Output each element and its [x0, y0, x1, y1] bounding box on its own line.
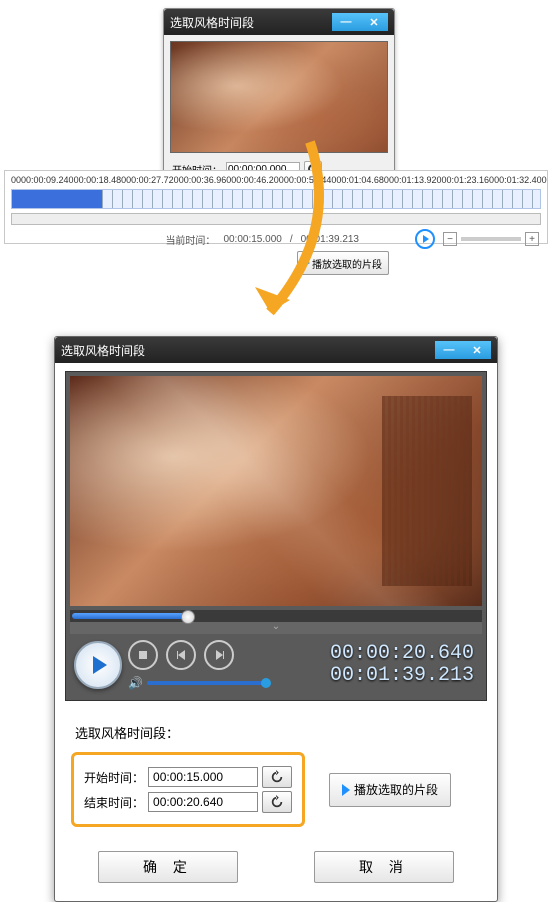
- current-time-label: 当前时间：: [165, 232, 215, 247]
- zoom-in-button[interactable]: +: [525, 232, 539, 246]
- chevron-down-icon[interactable]: ⌄: [70, 622, 482, 634]
- form-section-title: 选取风格时间段：: [75, 723, 477, 742]
- next-frame-button[interactable]: [204, 640, 234, 670]
- minimize-button[interactable]: —: [332, 13, 360, 31]
- video-player: ⌄ 🔊 00:00:20.640 00:01:39.213: [65, 371, 487, 701]
- main-titlebar: 选取风格时间段 — ✕: [55, 337, 497, 363]
- ok-button[interactable]: 确 定: [98, 851, 238, 883]
- video-thumbnail: [170, 41, 388, 153]
- play-selected-button[interactable]: 播放选取的片段: [329, 773, 451, 807]
- time-display: 00:00:20.640 00:01:39.213: [330, 643, 478, 687]
- main-minimize-button[interactable]: —: [435, 341, 463, 359]
- start-time-input[interactable]: [148, 767, 258, 787]
- timeline-ticks: 00 00:00:09.240 00:00:18.480 00:00:27.72…: [5, 171, 547, 185]
- cancel-button[interactable]: 取 消: [314, 851, 454, 883]
- timeline-play-button[interactable]: [415, 229, 435, 249]
- set-start-button[interactable]: [262, 766, 292, 788]
- main-close-button[interactable]: ✕: [463, 341, 491, 359]
- end-time-input[interactable]: [148, 792, 258, 812]
- timeline-selection[interactable]: [12, 190, 102, 208]
- speaker-icon[interactable]: 🔊: [128, 676, 143, 690]
- player-total-time: 00:01:39.213: [330, 665, 474, 687]
- prev-frame-button[interactable]: [166, 640, 196, 670]
- top-titlebar: 选取风格时间段 — ✕: [164, 9, 394, 35]
- total-time-value: 00:01:39.213: [301, 234, 359, 245]
- timeline-track[interactable]: [11, 189, 541, 209]
- seek-knob[interactable]: [181, 610, 195, 624]
- time-range-highlight: 开始时间： 结束时间：: [71, 752, 305, 827]
- play-button[interactable]: [74, 641, 122, 689]
- stop-button[interactable]: [128, 640, 158, 670]
- timeline-scrollbar[interactable]: [11, 213, 541, 225]
- start-time-label: 开始时间：: [84, 769, 144, 786]
- player-current-time: 00:00:20.640: [330, 643, 474, 665]
- close-button[interactable]: ✕: [360, 13, 388, 31]
- zoom-out-button[interactable]: −: [443, 232, 457, 246]
- current-time-value: 00:00:15.000: [223, 234, 281, 245]
- set-end-button[interactable]: [262, 791, 292, 813]
- main-title: 选取风格时间段: [61, 342, 435, 359]
- zoom-slider[interactable]: [461, 237, 521, 241]
- top-title: 选取风格时间段: [170, 14, 332, 31]
- seek-bar[interactable]: [70, 610, 482, 622]
- volume-slider[interactable]: [147, 681, 267, 685]
- top-play-selected-button[interactable]: 播放选取的片段: [297, 251, 389, 275]
- main-dialog: 选取风格时间段 — ✕ ⌄ 🔊: [54, 336, 498, 902]
- timeline-strip: 00 00:00:09.240 00:00:18.480 00:00:27.72…: [4, 170, 548, 244]
- video-frame[interactable]: [70, 376, 482, 606]
- end-time-label: 结束时间：: [84, 794, 144, 811]
